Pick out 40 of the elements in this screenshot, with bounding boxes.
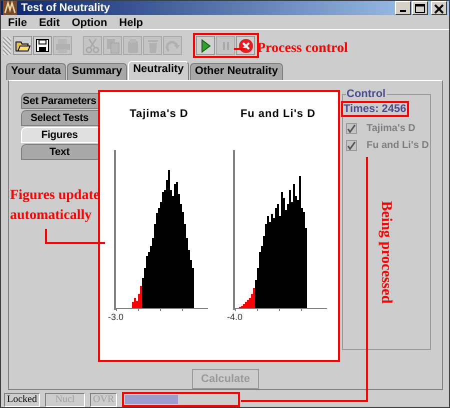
annotation-text: Being processed bbox=[377, 201, 394, 304]
printer-icon bbox=[54, 38, 70, 54]
checkbox-label: Fu and Li's D bbox=[366, 140, 429, 151]
menu-item[interactable]: File bbox=[8, 17, 27, 29]
tab[interactable]: Other Neutrality bbox=[190, 63, 283, 80]
maximize-icon bbox=[413, 2, 427, 14]
stop-icon bbox=[238, 38, 254, 54]
close-icon bbox=[432, 2, 446, 14]
axis-tick-label: -3.0 bbox=[108, 312, 124, 322]
close-button[interactable] bbox=[431, 1, 447, 15]
annotation-text: Figures update automatically bbox=[10, 187, 101, 225]
tab[interactable]: Figures bbox=[20, 127, 98, 143]
group-title: Control bbox=[346, 88, 387, 100]
toolbar-grip[interactable] bbox=[3, 36, 11, 54]
scissors-icon bbox=[84, 38, 100, 54]
maximize-button[interactable] bbox=[412, 1, 428, 15]
chart-title: Fu and Li's D bbox=[240, 108, 316, 120]
tab[interactable]: Select Tests bbox=[20, 110, 98, 126]
tab[interactable]: Your data bbox=[6, 63, 66, 80]
window-title: Test of Neutrality bbox=[21, 2, 112, 14]
status-field: Locked bbox=[4, 392, 40, 406]
minimize-button[interactable] bbox=[395, 1, 411, 15]
checkbox-label: Tajima's D bbox=[366, 123, 416, 134]
tab[interactable]: Set Parameters bbox=[20, 93, 98, 109]
app-icon bbox=[3, 1, 17, 15]
minimize-icon bbox=[400, 10, 406, 12]
folder-button[interactable] bbox=[13, 36, 32, 55]
stop-button[interactable] bbox=[236, 36, 255, 55]
counter-label: Times: 2456 bbox=[340, 101, 410, 117]
axis-tick-label: -4.0 bbox=[227, 312, 243, 322]
tab[interactable]: Summary bbox=[66, 63, 128, 80]
menu-item[interactable]: Help bbox=[119, 17, 144, 29]
copy-icon bbox=[104, 38, 120, 54]
floppy-disk-button[interactable] bbox=[33, 36, 52, 55]
chart-title: Tajima's D bbox=[130, 108, 188, 120]
menu-item[interactable]: Option bbox=[72, 17, 108, 29]
play-button[interactable] bbox=[196, 36, 215, 55]
tab[interactable]: Neutrality bbox=[128, 61, 189, 80]
menu-item[interactable]: Edit bbox=[38, 17, 60, 29]
tab[interactable]: Text bbox=[20, 144, 98, 160]
